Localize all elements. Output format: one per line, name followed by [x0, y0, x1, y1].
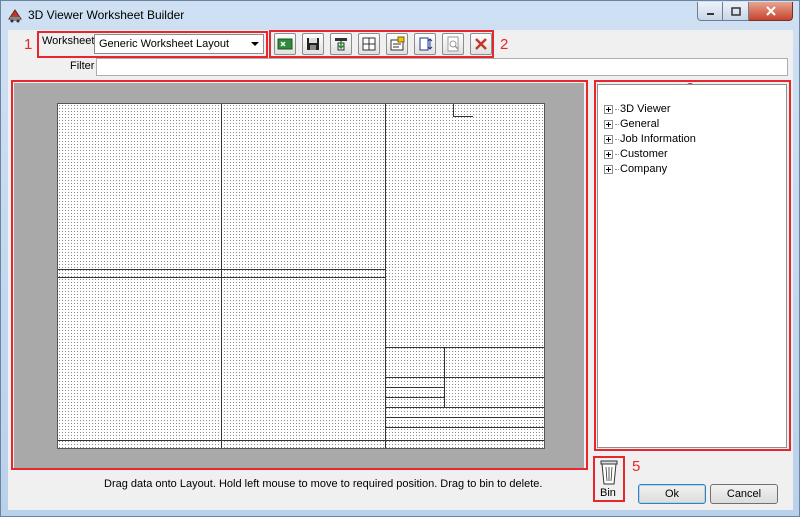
cancel-button[interactable]: Cancel — [710, 484, 778, 504]
filter-input[interactable] — [96, 58, 788, 76]
worksheet-selected-value: Generic Worksheet Layout — [99, 38, 230, 50]
tree-item-3d-viewer[interactable]: 3D Viewer — [604, 102, 671, 116]
tree-item-job-information[interactable]: Job Information — [604, 132, 696, 146]
save-icon — [307, 38, 319, 50]
delete-button[interactable] — [470, 33, 492, 55]
worksheet-label: Worksheet — [42, 35, 95, 47]
close-icon — [765, 6, 776, 16]
save-button[interactable] — [302, 33, 324, 55]
minimize-icon — [706, 12, 714, 15]
new-icon — [277, 38, 293, 50]
tree-item-company[interactable]: Company — [604, 162, 667, 176]
properties-icon — [390, 36, 405, 51]
callout-number-5: 5 — [632, 458, 641, 475]
worksheet-page[interactable] — [57, 103, 545, 449]
minimize-button[interactable] — [697, 2, 723, 21]
title-bar[interactable]: 3D Viewer Worksheet Builder — [1, 1, 799, 29]
maximize-icon — [730, 6, 741, 16]
layout-button[interactable] — [358, 33, 380, 55]
page-divider — [58, 440, 544, 441]
preview-button[interactable] — [442, 33, 464, 55]
page-divider — [385, 427, 544, 428]
page-divider — [385, 387, 445, 388]
expand-icon[interactable] — [604, 134, 613, 144]
tree-item-customer[interactable]: Customer — [604, 147, 668, 161]
app-icon — [8, 9, 22, 23]
page-divider — [221, 104, 222, 448]
import-button[interactable] — [330, 33, 352, 55]
columns-button[interactable] — [414, 33, 436, 55]
page-divider — [453, 104, 454, 116]
tree-connector — [615, 108, 619, 110]
tree-connector — [615, 168, 619, 170]
page-divider — [385, 397, 445, 398]
tree-item-label: Company — [620, 163, 668, 175]
close-button[interactable] — [749, 2, 793, 21]
expand-icon[interactable] — [604, 104, 613, 114]
page-divider — [385, 347, 544, 348]
tree-item-label: Customer — [620, 148, 668, 160]
page-divider — [453, 116, 473, 117]
import-icon — [335, 38, 347, 51]
tree-item-label: 3D Viewer — [620, 103, 671, 115]
ok-button[interactable]: Ok — [638, 484, 706, 504]
filter-label: Filter — [70, 60, 95, 72]
properties-button[interactable] — [386, 33, 408, 55]
tree-item-general[interactable]: General — [604, 117, 659, 131]
preview-icon — [447, 36, 459, 52]
tree-connector — [615, 123, 619, 125]
tree-connector — [615, 153, 619, 155]
delete-icon — [475, 38, 487, 50]
page-divider — [385, 417, 544, 418]
window-title: 3D Viewer Worksheet Builder — [28, 8, 185, 22]
new-worksheet-button[interactable] — [274, 33, 296, 55]
chevron-down-icon[interactable] — [251, 42, 259, 46]
tree-item-label: General — [620, 118, 660, 130]
tree-item-label: Job Information — [620, 133, 696, 145]
bin-label: Bin — [600, 487, 616, 499]
status-text: Drag data onto Layout. Hold left mouse t… — [104, 478, 543, 490]
page-divider — [58, 277, 385, 278]
caption-buttons — [697, 2, 793, 21]
page-divider — [385, 407, 544, 408]
expand-icon[interactable] — [604, 164, 613, 174]
columns-icon — [419, 37, 433, 51]
worksheet-select[interactable]: Generic Worksheet Layout — [94, 34, 264, 54]
maximize-button[interactable] — [723, 2, 749, 21]
tree-connector — [615, 138, 619, 140]
expand-icon[interactable] — [604, 119, 613, 129]
toolbar — [274, 33, 492, 55]
page-divider — [58, 269, 385, 270]
data-tree[interactable]: 3D Viewer General Job Information Custom… — [597, 84, 787, 448]
callout-number-1: 1 — [24, 36, 33, 53]
callout-number-2: 2 — [500, 36, 509, 53]
page-divider — [385, 377, 544, 378]
expand-icon[interactable] — [604, 149, 613, 159]
layout-icon — [362, 37, 376, 51]
